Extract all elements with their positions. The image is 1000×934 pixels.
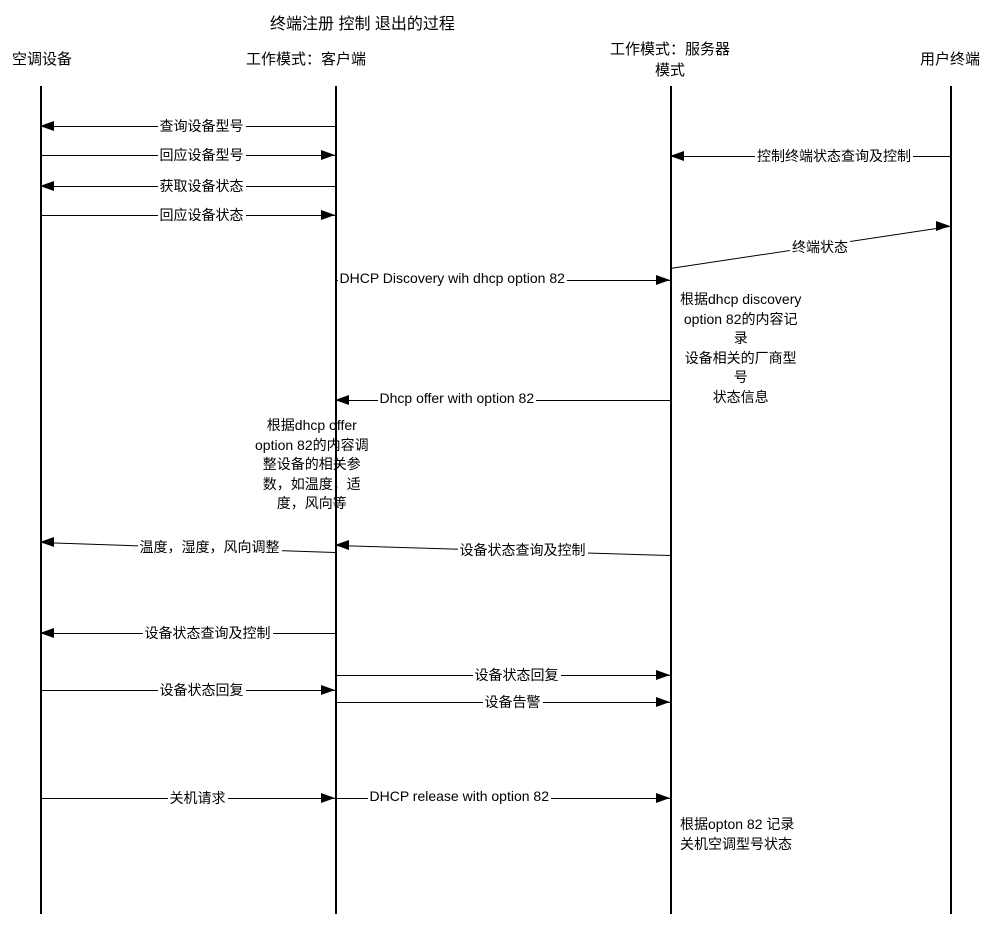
arrowhead-a12 xyxy=(321,685,335,695)
arrow-label-a7: DHCP Discovery wih dhcp option 82 xyxy=(338,270,567,286)
arrowhead-a9 xyxy=(335,540,349,550)
lifeline-user-terminal xyxy=(950,86,952,914)
arrow-label-a5: 控制终端状态查询及控制 xyxy=(755,146,913,166)
arrow-label-a8: Dhcp offer with option 82 xyxy=(378,390,537,406)
arrow-label-a9: 设备状态查询及控制 xyxy=(458,540,588,560)
arrowhead-a14 xyxy=(656,697,670,707)
note-dhcp-offer: 根据dhcp offer option 82的内容调 整设备的相关参 数，如温度… xyxy=(255,416,369,514)
lifeline-server-mode xyxy=(670,86,672,914)
arrowhead-a16 xyxy=(656,793,670,803)
arrowhead-a1 xyxy=(40,121,54,131)
participant-ac-device: 空调设备 xyxy=(12,48,72,69)
arrow-label-a15: 关机请求 xyxy=(168,788,228,808)
arrowhead-a5 xyxy=(670,151,684,161)
arrowhead-a4 xyxy=(321,210,335,220)
arrowhead-a13 xyxy=(656,670,670,680)
sequence-diagram: 终端注册 控制 退出的过程 空调设备 工作模式：客户端 工作模式：服务器 模式 … xyxy=(0,0,1000,934)
arrow-label-a10: 温度，湿度，风向调整 xyxy=(138,537,282,557)
arrow-label-a2: 回应设备型号 xyxy=(158,145,246,165)
note-option82-shutdown: 根据opton 82 记录 关机空调型号状态 xyxy=(680,815,794,854)
arrowhead-a15 xyxy=(321,793,335,803)
arrow-label-a14: 设备告警 xyxy=(483,692,543,712)
arrowhead-a11 xyxy=(40,628,54,638)
arrow-label-a11: 设备状态查询及控制 xyxy=(143,623,273,643)
arrowhead-a10 xyxy=(40,537,54,547)
arrow-label-a16: DHCP release with option 82 xyxy=(368,788,552,804)
arrowhead-a2 xyxy=(321,150,335,160)
arrowhead-a3 xyxy=(40,181,54,191)
diagram-title: 终端注册 控制 退出的过程 xyxy=(270,10,455,34)
arrowhead-a7 xyxy=(656,275,670,285)
arrow-label-a4: 回应设备状态 xyxy=(158,205,246,225)
arrow-label-a13: 设备状态回复 xyxy=(473,665,561,685)
arrow-label-a12: 设备状态回复 xyxy=(158,680,246,700)
participant-user-terminal: 用户终端 xyxy=(920,48,980,69)
note-dhcp-discovery: 根据dhcp discovery option 82的内容记 录 设备相关的厂商… xyxy=(680,290,801,408)
arrow-label-a6: 终端状态 xyxy=(790,237,850,257)
participant-server-mode: 工作模式：服务器 模式 xyxy=(610,38,730,80)
arrow-label-a1: 查询设备型号 xyxy=(158,116,246,136)
arrowhead-a6 xyxy=(936,221,950,231)
lifeline-ac-device xyxy=(40,86,42,914)
participant-client-mode: 工作模式：客户端 xyxy=(246,48,366,69)
arrow-label-a3: 获取设备状态 xyxy=(158,176,246,196)
arrowhead-a8 xyxy=(335,395,349,405)
